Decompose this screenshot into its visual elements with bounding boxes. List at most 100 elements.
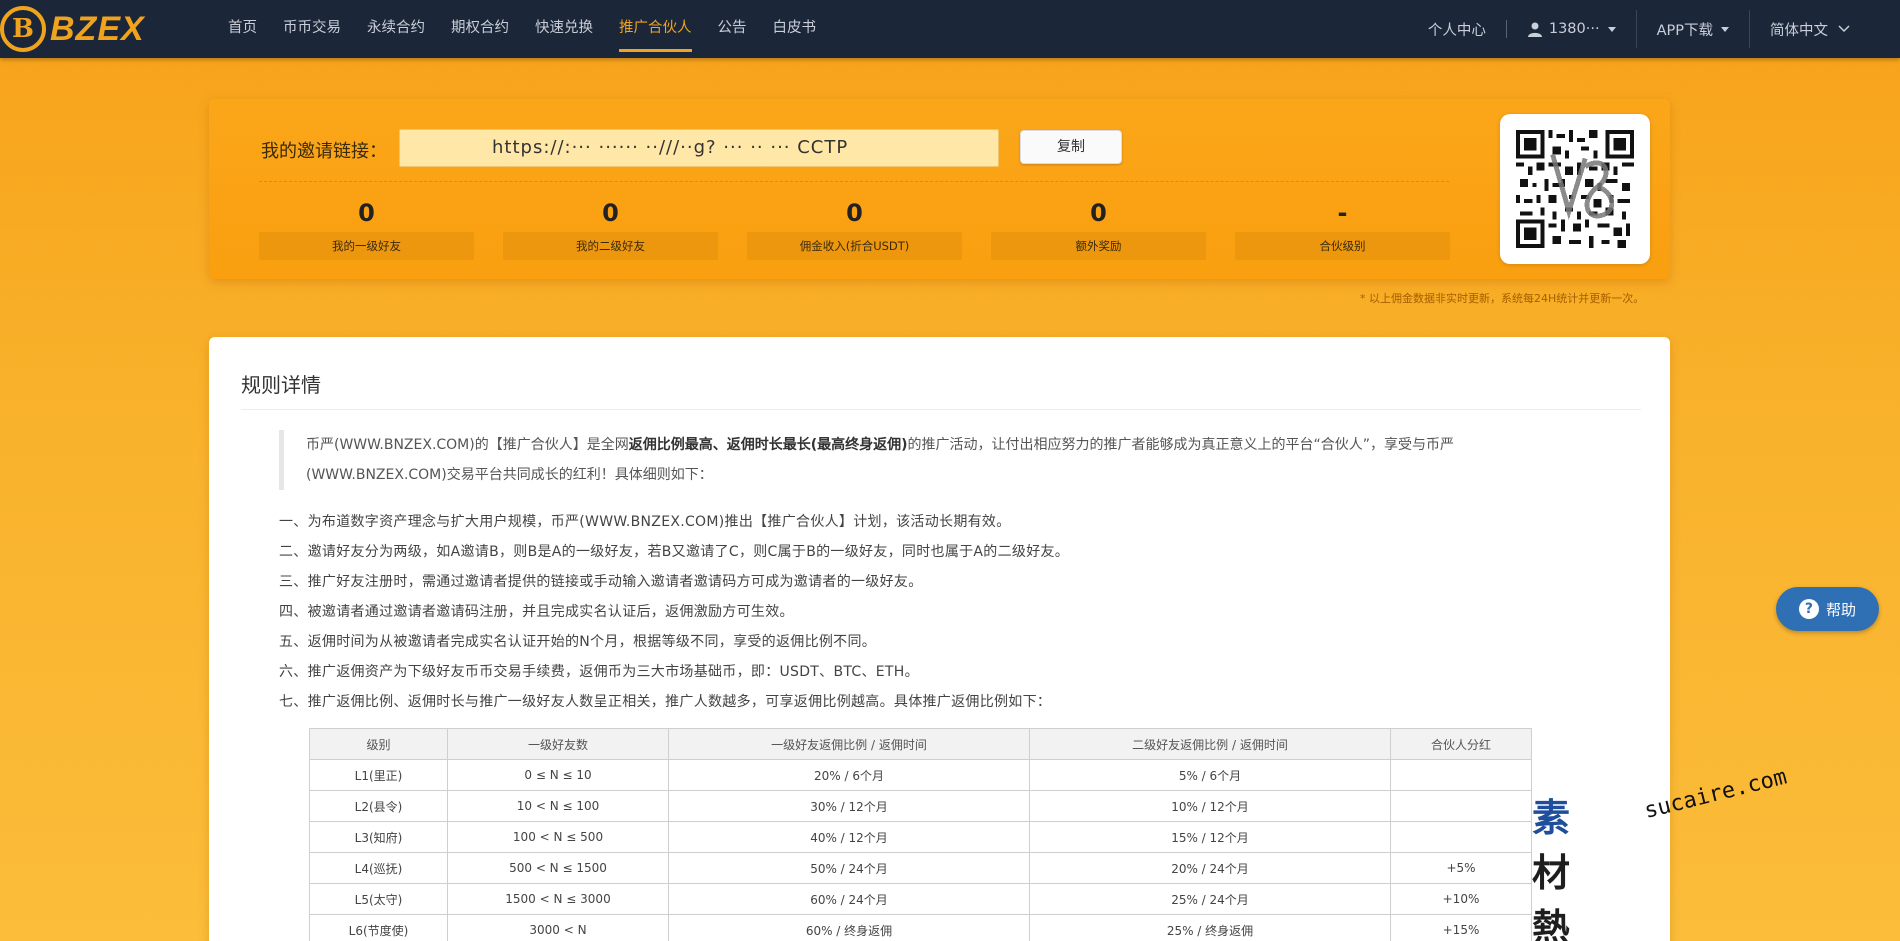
- table-cell: 25% / 终身返佣: [1029, 914, 1391, 941]
- nav-divider: [1749, 10, 1750, 48]
- table-cell: [1390, 821, 1532, 853]
- user-menu[interactable]: 1380···: [1527, 21, 1616, 37]
- stat-label: 佣金收入(折合USDT): [747, 232, 962, 260]
- table-cell: L5(太守): [309, 883, 448, 915]
- watermark-mark: 素材熱: [1532, 787, 1570, 941]
- qr-code-icon: [1516, 130, 1634, 248]
- coin-logo-icon: B: [0, 6, 46, 52]
- help-label: 帮助: [1825, 600, 1856, 619]
- personal-center-link[interactable]: 个人中心: [1428, 19, 1486, 40]
- table-cell: 5% / 6个月: [1029, 759, 1391, 791]
- qr-code: [1500, 114, 1650, 264]
- nav-announcements[interactable]: 公告: [718, 0, 747, 58]
- rules-intro: 币严(WWW.BNZEX.COM)的【推广合伙人】是全网返佣比例最高、返佣时长最…: [279, 430, 1559, 490]
- divider: [241, 409, 1641, 410]
- nav-spot-trading[interactable]: 币币交易: [283, 0, 341, 58]
- table-row: L2(县令) 10 < N ≤ 100 30% / 12个月 10% / 12个…: [309, 790, 1532, 822]
- user-icon: [1527, 22, 1542, 37]
- table-cell: 10 < N ≤ 100: [447, 790, 669, 822]
- intro-highlight: 返佣比例最高、返佣时长最长(最高终身返佣): [628, 437, 908, 453]
- stat-extra-reward: 0 额外奖励: [991, 195, 1206, 260]
- table-cell: 30% / 12个月: [668, 790, 1030, 822]
- column-header: 级别: [309, 728, 448, 760]
- stat-partner-level: - 合伙级别: [1235, 195, 1450, 260]
- rules-card: 规则详情 币严(WWW.BNZEX.COM)的【推广合伙人】是全网返佣比例最高、…: [209, 337, 1670, 941]
- invite-link-label: 我的邀请链接：: [261, 141, 387, 162]
- table-cell: +5%: [1390, 852, 1532, 884]
- stat-label: 我的二级好友: [503, 232, 718, 260]
- table-cell: 100 < N ≤ 500: [447, 821, 669, 853]
- table-cell: [1390, 759, 1532, 791]
- table-row: L5(太守) 1500 < N ≤ 3000 60% / 24个月 25% / …: [309, 883, 1532, 915]
- chevron-down-icon: [1721, 26, 1729, 32]
- table-cell: [1390, 790, 1532, 822]
- table-cell: 500 < N ≤ 1500: [447, 852, 669, 884]
- stat-value: 0: [846, 199, 863, 227]
- table-header-row: 级别 一级好友数 一级好友返佣比例 / 返佣时间 二级好友返佣比例 / 返佣时间…: [309, 728, 1532, 760]
- column-header: 一级好友返佣比例 / 返佣时间: [668, 728, 1030, 760]
- table-row: L6(节度使) 3000 < N 60% / 终身返佣 25% / 终身返佣 +…: [309, 914, 1532, 941]
- table-row: L4(巡抚) 500 < N ≤ 1500 50% / 24个月 20% / 2…: [309, 852, 1532, 884]
- rule-item: 三、推广好友注册时，需通过邀请者提供的链接或手动输入邀请者邀请码方可成为邀请者的…: [279, 574, 923, 590]
- nav-options[interactable]: 期权合约: [451, 0, 509, 58]
- watermark-mark-blue: 素: [1532, 795, 1570, 840]
- app-download-label: APP下载: [1656, 22, 1713, 39]
- language-label: 简体中文: [1770, 22, 1828, 39]
- divider: [259, 181, 1449, 182]
- stats-update-note: * 以上佣金数据非实时更新，系统每24H统计并更新一次。: [1360, 292, 1645, 305]
- column-header: 一级好友数: [447, 728, 669, 760]
- app-download-menu[interactable]: APP下载: [1657, 19, 1729, 40]
- table-cell: 25% / 24个月: [1029, 883, 1391, 915]
- stat-label: 合伙级别: [1235, 232, 1450, 260]
- chevron-down-icon: [1607, 26, 1616, 32]
- stat-commission: 0 佣金收入(折合USDT): [747, 195, 962, 260]
- main-nav: 首页 币币交易 永续合约 期权合约 快速兑换 推广合伙人 公告 白皮书: [228, 0, 842, 58]
- chevron-down-icon: [1838, 25, 1850, 33]
- nav-whitepaper[interactable]: 白皮书: [773, 0, 817, 58]
- help-button[interactable]: ? 帮助: [1776, 587, 1879, 631]
- table-row: L1(里正) 0 ≤ N ≤ 10 20% / 6个月 5% / 6个月: [309, 759, 1532, 791]
- table-cell: L4(巡抚): [309, 852, 448, 884]
- table-cell: 60% / 24个月: [668, 883, 1030, 915]
- table-cell: 3000 < N: [447, 914, 669, 941]
- table-cell: 20% / 24个月: [1029, 852, 1391, 884]
- language-menu[interactable]: 简体中文: [1770, 19, 1850, 40]
- brand-logo[interactable]: B BZEX: [0, 5, 145, 53]
- stat-value: 0: [358, 199, 375, 227]
- table-cell: L2(县令): [309, 790, 448, 822]
- table-cell: L3(知府): [309, 821, 448, 853]
- stat-label: 我的一级好友: [259, 232, 474, 260]
- column-header: 合伙人分红: [1390, 728, 1532, 760]
- table-cell: 15% / 12个月: [1029, 821, 1391, 853]
- nav-quick-swap[interactable]: 快速兑换: [535, 0, 593, 58]
- nav-perpetual[interactable]: 永续合约: [367, 0, 425, 58]
- copy-button[interactable]: 复制: [1020, 130, 1122, 164]
- rules-title: 规则详情: [241, 373, 321, 397]
- stat-label: 额外奖励: [991, 232, 1206, 260]
- rules-list: 一、为布道数字资产理念与扩大用户规模，币严(WWW.BNZEX.COM)推出【推…: [279, 507, 1579, 717]
- table-cell: 1500 < N ≤ 3000: [447, 883, 669, 915]
- rule-item: 五、返佣时间为从被邀请者完成实名认证开始的N个月，根据等级不同，享受的返佣比例不…: [279, 634, 877, 650]
- rule-item: 七、推广返佣比例、返佣时长与推广一级好友人数呈正相关，推广人数越多，可享返佣比例…: [279, 694, 1052, 710]
- table-cell: +15%: [1390, 914, 1532, 941]
- nav-divider: [1635, 10, 1637, 48]
- nav-home[interactable]: 首页: [228, 0, 257, 58]
- stat-level1-friends: 0 我的一级好友: [259, 195, 474, 260]
- nav-right: 个人中心 1380··· APP下载 简体中文: [1428, 0, 1900, 58]
- rule-item: 一、为布道数字资产理念与扩大用户规模，币严(WWW.BNZEX.COM)推出【推…: [279, 514, 1011, 530]
- table-cell: 60% / 终身返佣: [668, 914, 1030, 941]
- table-cell: 20% / 6个月: [668, 759, 1030, 791]
- table-cell: L1(里正): [309, 759, 448, 791]
- rebate-tier-table: 级别 一级好友数 一级好友返佣比例 / 返佣时间 二级好友返佣比例 / 返佣时间…: [309, 728, 1532, 941]
- stat-level2-friends: 0 我的二级好友: [503, 195, 718, 260]
- nav-partner[interactable]: 推广合伙人: [619, 0, 692, 58]
- invite-link-field[interactable]: https://:··· ······ ··///··g? ··· ·· ···…: [399, 129, 999, 167]
- table-cell: 50% / 24个月: [668, 852, 1030, 884]
- intro-text: 币严(WWW.BNZEX.COM)的【推广合伙人】是全网: [306, 437, 629, 453]
- table-row: L3(知府) 100 < N ≤ 500 40% / 12个月 15% / 12…: [309, 821, 1532, 853]
- table-cell: 10% / 12个月: [1029, 790, 1391, 822]
- top-navbar: B BZEX 首页 币币交易 永续合约 期权合约 快速兑换 推广合伙人 公告 白…: [0, 0, 1900, 58]
- table-cell: +10%: [1390, 883, 1532, 915]
- rule-item: 四、被邀请者通过邀请者邀请码注册，并且完成实名认证后，返佣激励方可生效。: [279, 604, 794, 620]
- personal-center-label: 个人中心: [1427, 22, 1486, 39]
